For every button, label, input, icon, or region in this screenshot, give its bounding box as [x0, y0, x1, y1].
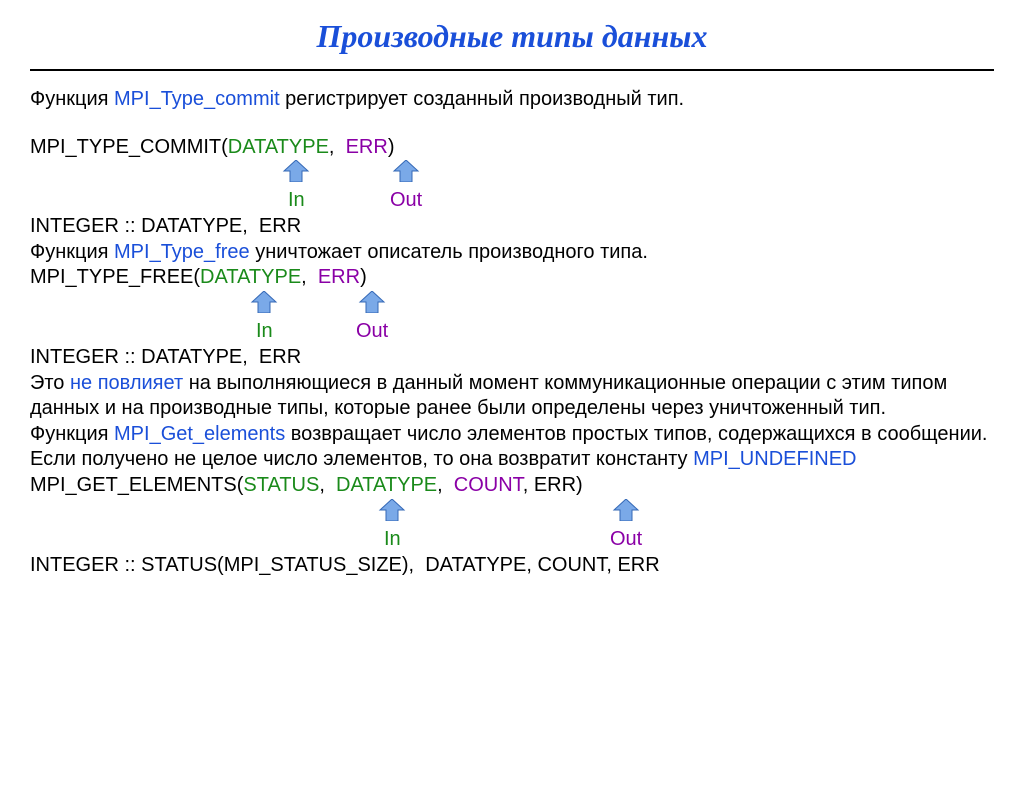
intro-prefix: Функция [30, 88, 114, 110]
paragraph-get-elements: Функция MPI_Get_elements возвращает числ… [30, 422, 994, 473]
up-arrow-icon [378, 499, 406, 521]
comma-2: , [301, 266, 318, 288]
paragraph-impact: Это не повлияет на выполняющиеся в данны… [30, 371, 994, 422]
const-undefined: MPI_UNDEFINED [693, 448, 856, 470]
close-1: ) [388, 136, 395, 158]
p3-prefix: Это [30, 372, 70, 394]
arrow-row-2 [30, 291, 994, 319]
fn-get-elements: MPI_Get_elements [114, 423, 285, 445]
slide-title: Производные типы данных [0, 18, 1024, 55]
arg-err-1: ERR [346, 136, 388, 158]
label-in-1: In [288, 188, 305, 214]
free-suffix: уничтожает описатель производного типа. [250, 241, 648, 263]
up-arrow-icon [612, 499, 640, 521]
close-3: ) [576, 474, 583, 496]
label-out-2: Out [356, 319, 388, 345]
arrow-row-3 [30, 499, 994, 527]
arg-err-2: ERR [318, 266, 360, 288]
label-row-1: In Out [30, 188, 994, 214]
call-free-name: MPI_TYPE_FREE( [30, 266, 200, 288]
call-free-signature: MPI_TYPE_FREE(DATATYPE, ERR) [30, 265, 994, 291]
slide-body: Функция MPI_Type_commit регистрирует соз… [30, 87, 994, 578]
up-arrow-icon [282, 160, 310, 182]
fn-free: MPI_Type_free [114, 241, 250, 263]
decl-3: INTEGER :: STATUS(MPI_STATUS_SIZE), DATA… [30, 553, 994, 579]
free-line: Функция MPI_Type_free уничтожает описате… [30, 240, 994, 266]
label-row-3: In Out [30, 527, 994, 553]
p4-prefix: Функция [30, 423, 114, 445]
arrow-row-1 [30, 160, 994, 188]
arg-count: COUNT [454, 474, 523, 496]
up-arrow-icon [250, 291, 278, 313]
fn-commit: MPI_Type_commit [114, 88, 280, 110]
label-out-1: Out [390, 188, 422, 214]
divider [30, 69, 994, 71]
label-in-2: In [256, 319, 273, 345]
call-commit-signature: MPI_TYPE_COMMIT(DATATYPE, ERR) [30, 135, 994, 161]
call-get-elements-signature: MPI_GET_ELEMENTS(STATUS, DATATYPE, COUNT… [30, 473, 994, 499]
comma-1: , [329, 136, 346, 158]
p3-blue: не повлияет [70, 372, 183, 394]
arg-err-3: ERR [534, 474, 576, 496]
call3-name: MPI_GET_ELEMENTS( [30, 474, 243, 496]
arg-datatype-1: DATATYPE [228, 136, 329, 158]
label-in-3: In [384, 527, 401, 553]
label-out-3: Out [610, 527, 642, 553]
close-2: ) [360, 266, 367, 288]
free-prefix: Функция [30, 241, 114, 263]
call-commit-name: MPI_TYPE_COMMIT( [30, 136, 228, 158]
arg-status: STATUS [243, 474, 319, 496]
up-arrow-icon [358, 291, 386, 313]
decl-1: INTEGER :: DATATYPE, ERR [30, 214, 994, 240]
decl-2: INTEGER :: DATATYPE, ERR [30, 345, 994, 371]
intro-line: Функция MPI_Type_commit регистрирует соз… [30, 87, 994, 113]
label-row-2: In Out [30, 319, 994, 345]
intro-suffix: регистрирует созданный производный тип. [280, 88, 684, 110]
up-arrow-icon [392, 160, 420, 182]
arg-datatype-3: DATATYPE [336, 474, 437, 496]
arg-datatype-2: DATATYPE [200, 266, 301, 288]
